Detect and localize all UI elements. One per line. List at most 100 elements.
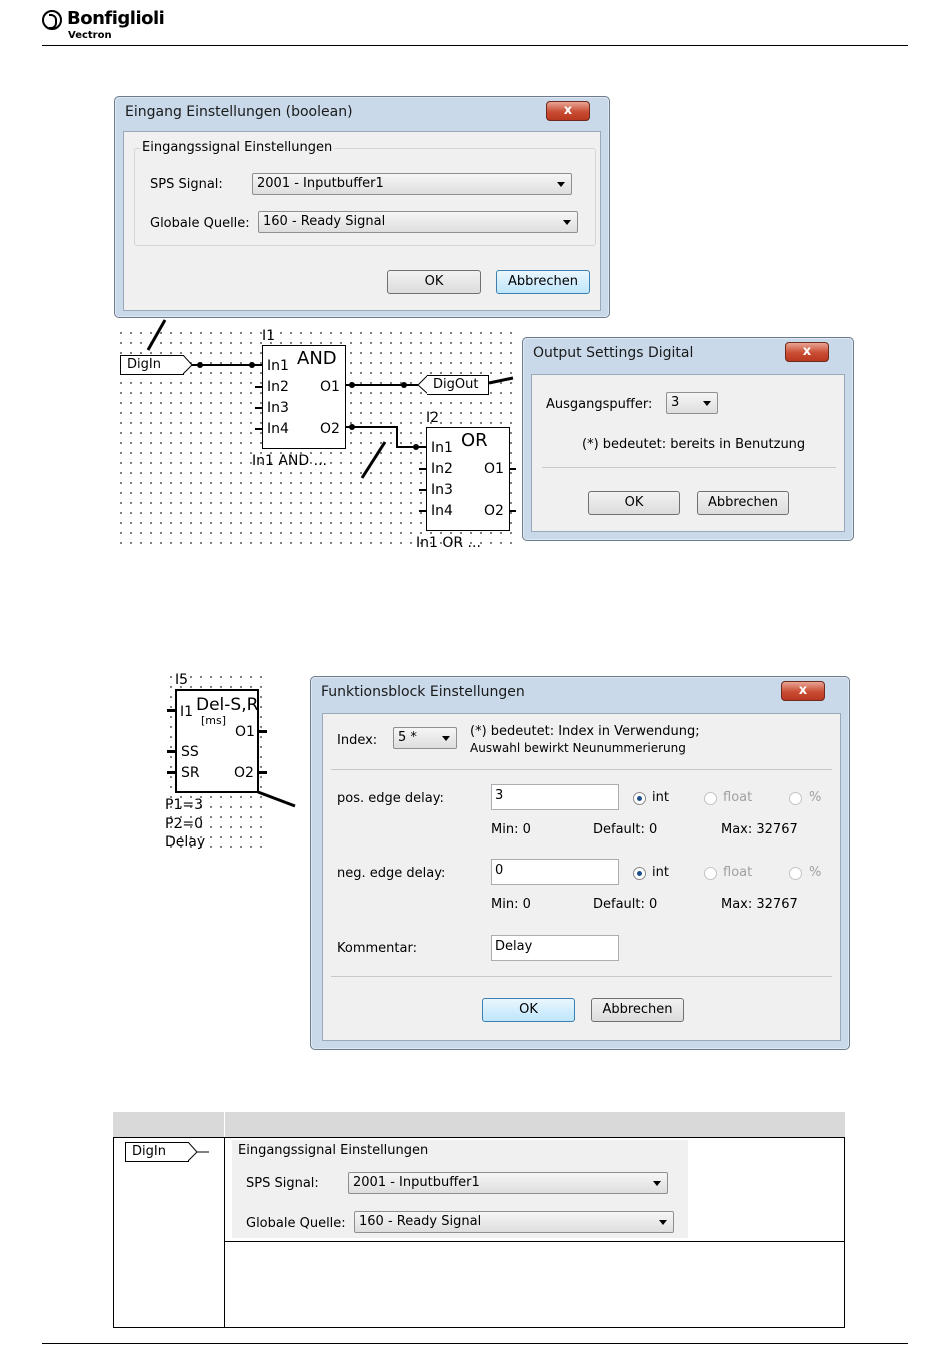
and-output-2: O2: [320, 421, 340, 437]
junction-dot: [349, 382, 355, 388]
ok-button[interactable]: OK: [482, 998, 575, 1022]
pin: [259, 730, 267, 733]
index-value: 5 *: [398, 730, 417, 745]
ok-button[interactable]: OK: [588, 491, 680, 515]
table-row-divider: [224, 1241, 845, 1242]
or-output-1: O1: [484, 461, 504, 477]
and-block-name: AND: [297, 348, 337, 369]
neg-default-label: Default: 0: [593, 897, 658, 912]
pos-float-label: float: [723, 790, 753, 805]
pos-edge-delay-label: pos. edge delay:: [337, 791, 444, 806]
pin: [419, 468, 426, 470]
table-column-divider: [224, 1137, 225, 1328]
junction-dot: [401, 382, 407, 388]
dialog-body: Ausgangspuffer: 3 (*) bedeutet: bereits …: [531, 374, 845, 532]
pos-max-label: Max: 32767: [721, 822, 798, 837]
index-label: Index:: [337, 733, 378, 748]
close-button[interactable]: x: [785, 342, 829, 362]
chevron-down-icon: [703, 401, 711, 406]
delay-block[interactable]: Del-S,R [ms] I1 O1 SS SR O2: [175, 689, 259, 793]
dialog-body: Index: 5 * (*) bedeutet: Index in Verwen…: [322, 713, 841, 1041]
or-input-3: In3: [431, 482, 453, 498]
neg-edge-delay-input[interactable]: 0: [491, 859, 619, 885]
or-output-2: O2: [484, 503, 504, 519]
table-header: [113, 1112, 845, 1137]
neg-int-radio[interactable]: [633, 867, 646, 880]
neg-percent-label: %: [809, 865, 822, 880]
chevron-down-icon: [442, 736, 450, 741]
index-note-2: Auswahl bewirkt Neunummerierung: [470, 741, 686, 755]
wire: [396, 426, 398, 447]
pos-edge-delay-input[interactable]: 3: [491, 784, 619, 810]
table-sps-label: SPS Signal:: [246, 1176, 319, 1191]
callout-line: [488, 376, 514, 385]
index-select[interactable]: 5 *: [393, 727, 457, 749]
or-input-2: In2: [431, 461, 453, 477]
delay-block-unit: [ms]: [201, 714, 227, 727]
junction-dot: [197, 362, 203, 368]
and-block-caption: In1 AND ...: [252, 453, 327, 469]
delay-block-name: Del-S,R: [196, 695, 259, 715]
and-input-3: In3: [267, 400, 289, 416]
separator: [542, 467, 836, 468]
pin: [419, 510, 426, 512]
comment-input[interactable]: Delay: [491, 935, 619, 961]
pin: [419, 489, 426, 491]
param-p1: P1=3: [165, 797, 203, 813]
neg-edge-delay-label: neg. edge delay:: [337, 866, 446, 881]
neg-float-label: float: [723, 865, 753, 880]
and-input-1: In1: [267, 358, 289, 374]
output-buffer-value: 3: [671, 395, 680, 410]
table-digin-tag: DigIn: [125, 1142, 189, 1162]
table-group-title: Eingangssignal Einstellungen: [238, 1143, 429, 1158]
or-block-name: OR: [461, 430, 488, 451]
pin: [167, 750, 175, 753]
digin-tag[interactable]: DigIn: [120, 355, 184, 375]
neg-min-label: Min: 0: [491, 897, 531, 912]
neg-max-label: Max: 32767: [721, 897, 798, 912]
pin: [167, 709, 175, 712]
pos-percent-radio[interactable]: [789, 792, 802, 805]
output-settings-dialog: Output Settings Digital x Ausgangspuffer…: [522, 337, 854, 541]
cancel-button[interactable]: Abbrechen: [697, 491, 789, 515]
table-global-value: 160 - Ready Signal: [359, 1214, 482, 1229]
neg-int-label: int: [652, 865, 669, 880]
cancel-button[interactable]: Abbrechen: [591, 998, 684, 1022]
comment-label: Kommentar:: [337, 941, 417, 956]
output-buffer-select[interactable]: 3: [666, 392, 718, 414]
index-note-1: (*) bedeutet: Index in Verwendung;: [470, 724, 700, 739]
pin: [255, 407, 262, 409]
delay-input-sr: SR: [181, 765, 200, 781]
and-input-2: In2: [267, 379, 289, 395]
pos-int-label: int: [652, 790, 669, 805]
neg-percent-radio[interactable]: [789, 867, 802, 880]
delay-input-1: I1: [180, 704, 194, 720]
delay-output-2: O2: [234, 765, 254, 781]
table-header-divider: [224, 1112, 225, 1137]
separator: [331, 769, 832, 770]
or-block-caption: In1 OR ...: [416, 535, 481, 551]
pos-int-radio[interactable]: [633, 792, 646, 805]
delay-output-1: O1: [235, 724, 255, 740]
table-global-select: 160 - Ready Signal: [354, 1211, 674, 1233]
wire: [346, 384, 418, 386]
digout-tag[interactable]: DigOut: [427, 375, 489, 395]
and-block-id: I1: [262, 328, 276, 344]
or-input-4: In4: [431, 503, 453, 519]
junction-dot: [413, 444, 419, 450]
and-output-1: O1: [320, 379, 340, 395]
delay-block-id: I5: [175, 672, 189, 688]
pos-float-radio[interactable]: [704, 792, 717, 805]
delay-input-ss: SS: [181, 744, 199, 760]
or-input-1: In1: [431, 440, 453, 456]
neg-float-radio[interactable]: [704, 867, 717, 880]
close-button[interactable]: x: [781, 681, 825, 701]
and-block[interactable]: AND In1 In2 In3 In4 O1 O2: [262, 345, 346, 449]
pin: [259, 771, 267, 774]
callout-line: [257, 790, 296, 808]
or-block[interactable]: OR In1 In2 In3 In4 O1 O2: [426, 427, 510, 531]
callout-line: [360, 441, 387, 479]
junction-dot: [349, 424, 355, 430]
chevron-down-icon: [653, 1181, 661, 1186]
pos-min-label: Min: 0: [491, 822, 531, 837]
